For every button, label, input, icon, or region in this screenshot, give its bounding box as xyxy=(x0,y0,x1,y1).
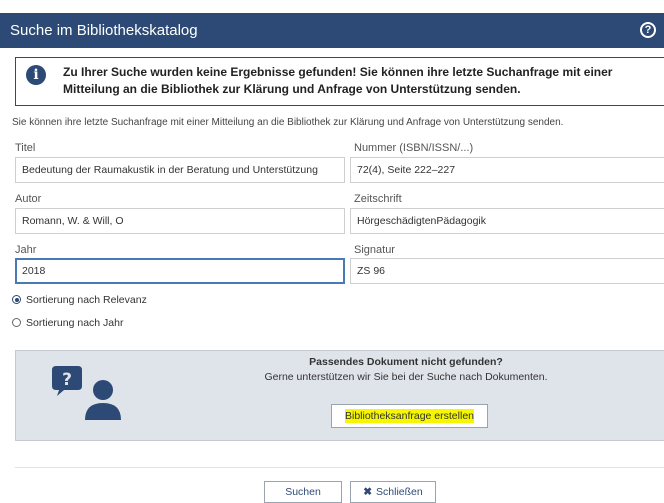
library-request-button[interactable]: Bibliotheksanfrage erstellen xyxy=(331,404,488,428)
info-icon: i xyxy=(26,65,46,85)
alert-message: Zu Ihrer Suche wurden keine Ergebnisse g… xyxy=(63,65,613,96)
footer-divider xyxy=(15,467,664,468)
close-label: Schließen xyxy=(376,486,423,498)
year-label: Jahr xyxy=(15,244,37,256)
panel-subtitle: Gerne unterstützen wir Sie bei der Suche… xyxy=(264,371,548,383)
sort-year-label: Sortierung nach Jahr xyxy=(26,317,124,329)
radio-checked-icon[interactable] xyxy=(12,295,21,304)
sort-year-option[interactable]: Sortierung nach Jahr xyxy=(12,317,123,329)
title-label: Titel xyxy=(15,142,36,154)
author-label: Autor xyxy=(15,193,42,205)
panel-title: Passendes Dokument nicht gefunden? xyxy=(309,356,503,368)
library-request-label: Bibliotheksanfrage erstellen xyxy=(345,409,474,423)
sort-relevance-option[interactable]: Sortierung nach Relevanz xyxy=(12,294,147,306)
year-field[interactable]: 2018 xyxy=(15,258,345,284)
sort-relevance-label: Sortierung nach Relevanz xyxy=(26,294,147,306)
close-button[interactable]: ✖ Schließen xyxy=(350,481,436,503)
dialog-title: Suche im Bibliothekskatalog xyxy=(10,22,198,39)
number-field[interactable]: 72(4), Seite 222–227 xyxy=(350,157,664,183)
dialog-header: Suche im Bibliothekskatalog ? xyxy=(0,13,664,48)
search-button[interactable]: Suchen xyxy=(264,481,342,503)
hint-text: Sie können ihre letzte Suchanfrage mit e… xyxy=(12,117,564,128)
author-field[interactable]: Romann, W. & Will, O xyxy=(15,208,345,234)
signature-field[interactable]: ZS 96 xyxy=(350,258,664,284)
title-field[interactable]: Bedeutung der Raumakustik in der Beratun… xyxy=(15,157,345,183)
close-icon: ✖ xyxy=(363,486,373,498)
journal-label: Zeitschrift xyxy=(354,193,402,205)
no-results-alert: i Zu Ihrer Suche wurden keine Ergebnisse… xyxy=(15,57,664,106)
number-label: Nummer (ISBN/ISSN/...) xyxy=(354,142,474,154)
help-icon[interactable]: ? xyxy=(640,22,656,38)
signature-label: Signatur xyxy=(354,244,395,256)
journal-field[interactable]: HörgeschädigtenPädagogik xyxy=(350,208,664,234)
support-panel: ? Passendes Dokument nicht gefunden? Ger… xyxy=(15,350,664,441)
radio-unchecked-icon[interactable] xyxy=(12,318,21,327)
